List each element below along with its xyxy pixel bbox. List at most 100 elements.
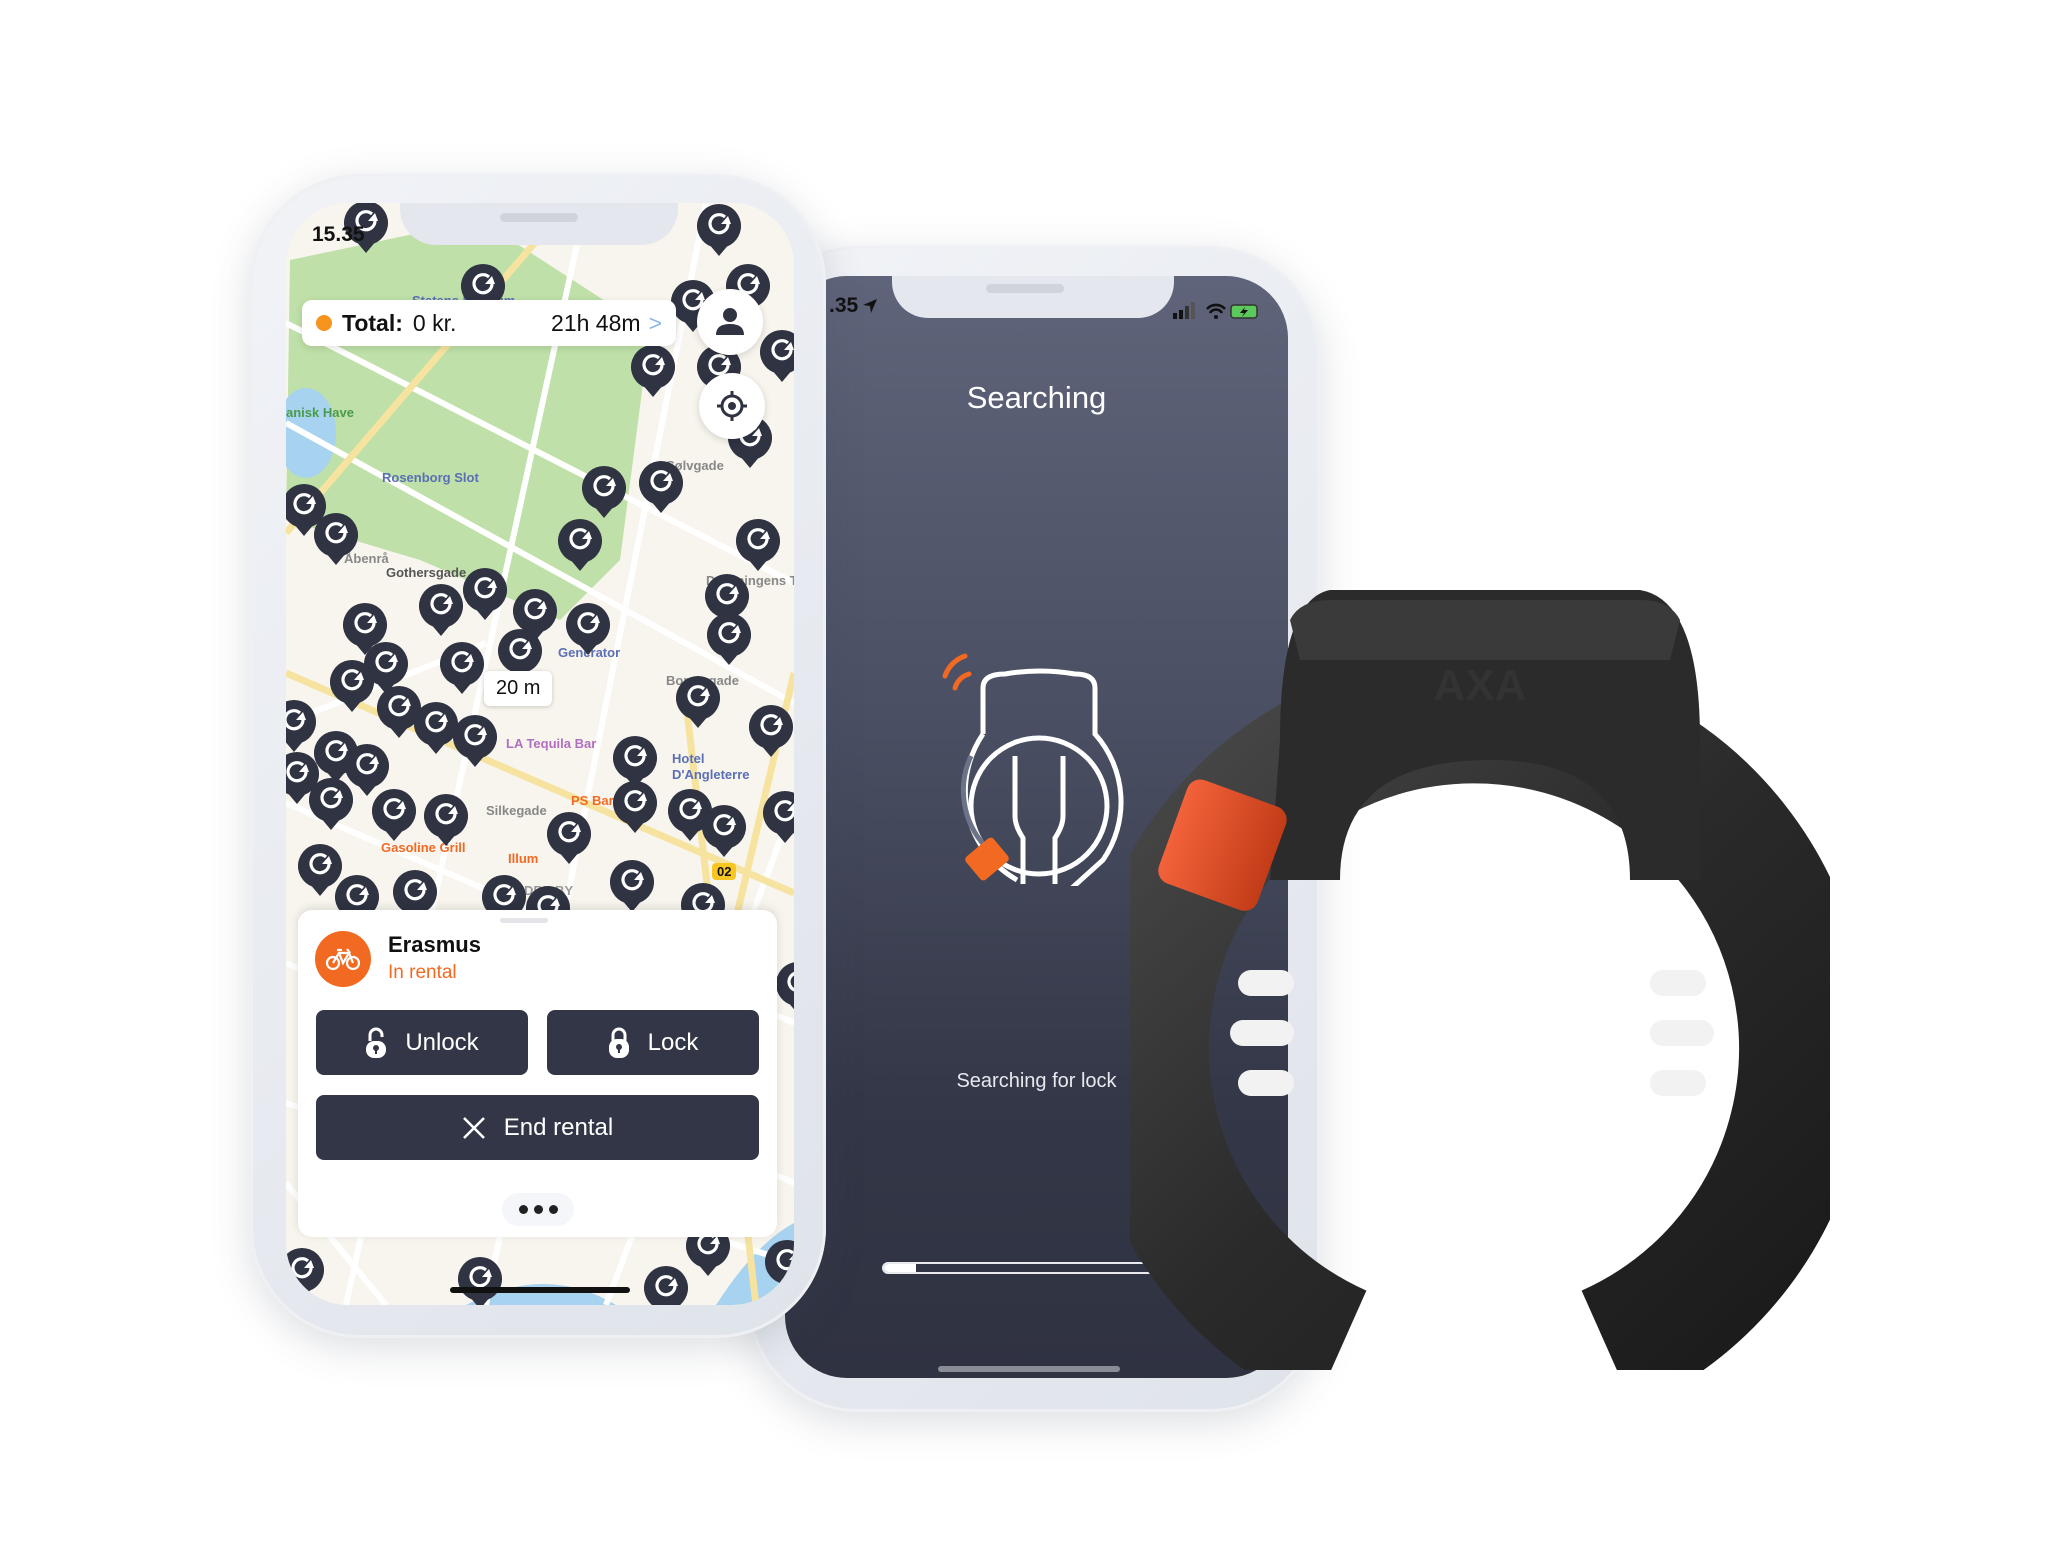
map-label: Gothersgade [386,565,467,580]
status-time: .35 [829,294,859,317]
refresh-bike-icon [371,788,416,841]
map-label: PS Bar [571,793,614,808]
map-label: Hotel [672,751,705,766]
refresh-bike-icon [696,203,741,256]
bike-map-pin[interactable] [642,1264,690,1305]
refresh-bike-icon [452,715,497,768]
map-label: Rosenborg Slot [382,470,479,485]
end-rental-button[interactable]: End rental [316,1095,759,1160]
map-label: 02 [712,863,737,880]
profile-button[interactable] [697,289,763,355]
axa-brand-emboss: AXA [1434,661,1527,710]
bike-map-pin[interactable] [637,459,685,515]
map-label: anisk Have [286,405,354,420]
bike-map-pin[interactable] [608,858,656,914]
notch [892,276,1174,318]
bike-map-pin[interactable] [761,789,794,845]
refresh-bike-icon [547,812,592,865]
total-amount: 0 kr. [412,309,457,336]
bike-map-pin[interactable] [700,803,748,859]
bike-map-pin[interactable] [417,582,465,638]
bike-map-pin[interactable] [705,611,753,667]
drag-handle[interactable] [500,918,548,923]
refresh-bike-icon [557,518,602,571]
refresh-bike-icon [313,513,358,566]
lock-illustration-icon [942,653,1124,886]
home-indicator[interactable] [938,1366,1120,1372]
refresh-bike-icon [463,568,508,621]
search-title: Searching [966,380,1107,415]
status-icons [1173,302,1258,319]
bike-map-pin[interactable] [461,566,509,622]
map-label: LA Tequila Bar [506,736,597,751]
distance-bubble: 20 m [484,671,553,706]
map-label: Silkegade [486,803,547,818]
map-screen: Statens Museumanisk HaveRosenborg SlotSø… [286,203,794,1305]
rental-total-bar[interactable]: Total: 0 kr. 21h 48m > [302,300,676,346]
refresh-bike-icon [639,460,684,513]
bike-map-pin[interactable] [564,601,612,657]
bike-map-pin[interactable] [370,787,418,843]
bike-map-pin[interactable] [328,658,376,714]
bike-map-pin[interactable] [286,1246,326,1302]
refresh-bike-icon [749,704,794,757]
refresh-bike-icon [702,804,747,857]
axa-frame-lock-photo: AXA [1130,590,1830,1370]
bicycle-icon [325,948,361,971]
bike-map-pin[interactable] [758,328,794,384]
rental-duration: 21h 48m [551,309,641,336]
bike-map-pin[interactable] [763,1238,794,1294]
map-label: D'Angleterre [672,767,750,782]
unlock-button[interactable]: Unlock [316,1010,528,1075]
refresh-bike-icon [308,778,353,831]
notch [400,203,678,245]
progress-fill [884,1264,916,1272]
lock-label: Lock [647,1028,699,1056]
bike-map-pin[interactable] [545,810,593,866]
home-indicator[interactable] [450,1287,630,1293]
lock-icon [608,1027,629,1058]
refresh-bike-icon [765,1240,794,1293]
bike-map-pin[interactable] [451,713,499,769]
refresh-bike-icon [458,1257,503,1305]
refresh-bike-icon [736,518,781,571]
bike-map-pin[interactable] [456,1255,504,1305]
unlock-label: Unlock [405,1028,479,1056]
chevron-right-icon: > [648,309,662,336]
status-dot [316,315,332,331]
refresh-bike-icon [329,660,374,713]
vehicle-avatar [315,931,371,987]
bike-map-pin[interactable] [422,792,470,848]
bike-map-pin[interactable] [307,776,355,832]
lock-button[interactable]: Lock [547,1010,759,1075]
refresh-bike-icon [644,1266,689,1305]
bike-map-pin[interactable] [438,640,486,696]
bike-map-pin[interactable] [556,517,604,573]
bike-map-pin[interactable] [734,517,782,573]
user-icon [716,308,744,335]
refresh-bike-icon [439,641,484,694]
bike-map-pin[interactable] [747,703,794,759]
refresh-bike-icon [631,345,676,398]
bike-map-pin[interactable] [629,343,677,399]
ellipsis-icon [518,1205,558,1214]
bike-map-pin[interactable] [312,511,360,567]
refresh-bike-icon [581,466,626,519]
location-arrow-icon [863,299,878,313]
rental-card: Erasmus In rental Unlock Lock End rental [298,910,777,1237]
bike-map-pin[interactable] [611,779,659,835]
crosshair-icon [717,391,747,421]
unlock-icon [366,1027,387,1058]
refresh-bike-icon [418,584,463,637]
bike-map-pin[interactable] [674,674,722,730]
status-time: 15.35 [312,223,365,246]
bike-map-pin[interactable] [695,203,743,258]
refresh-bike-icon [707,613,752,665]
more-options-button[interactable] [502,1193,574,1226]
total-label: Total: [342,309,403,336]
bike-map-pin[interactable] [580,464,628,520]
refresh-bike-icon [610,859,655,912]
status-bar-time: .35 [829,294,878,318]
vehicle-name: Erasmus [388,932,481,957]
locate-me-button[interactable] [699,373,765,439]
